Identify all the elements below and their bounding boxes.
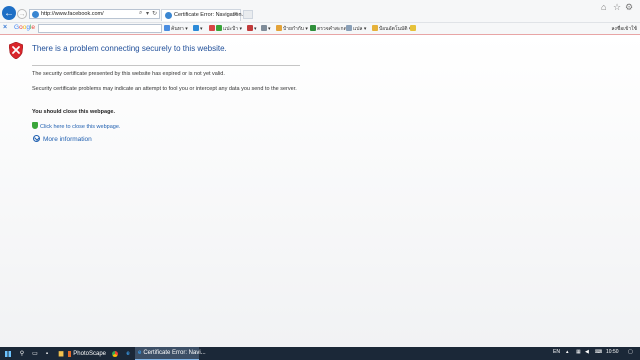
expand-chevron-icon[interactable] — [33, 135, 40, 142]
green-shield-icon — [32, 122, 38, 129]
google-logo: Google — [14, 24, 36, 31]
toolbar-translate-button[interactable]: แปล ▾ — [346, 25, 366, 33]
chrome-icon — [112, 350, 118, 357]
forward-arrow-icon: → — [18, 10, 26, 18]
error-title: There is a problem connecting securely t… — [32, 44, 227, 53]
search-icon: ⚲ — [19, 351, 25, 357]
error-paragraph-2: Security certificate problems may indica… — [32, 86, 297, 92]
tab-certificate-error[interactable]: Certificate Error: Navigation... × — [161, 9, 246, 21]
keyboard-icon[interactable]: ⌨ — [595, 349, 602, 355]
toolbar-key-button[interactable] — [410, 25, 417, 32]
active-window-taskbar-button[interactable]: e Certificate Error: Navi... — [135, 347, 206, 360]
taskbar-app-button[interactable]: ▪ — [42, 347, 52, 360]
windows-logo-icon — [5, 350, 11, 357]
grid-icon — [261, 25, 267, 31]
task-view-icon: ▭ — [32, 351, 38, 357]
photoscape-label: PhotoScape — [73, 350, 106, 357]
dropdown-arrow-icon[interactable]: ▾ — [146, 10, 149, 17]
notifications-icon[interactable]: ▢ — [628, 349, 633, 355]
spellcheck-icon — [310, 25, 316, 31]
toolbar-popup-blocker[interactable]: ▾ — [247, 25, 257, 32]
error-shield-icon — [9, 42, 23, 59]
back-button[interactable]: ← — [2, 6, 16, 20]
toolbar-labels-button[interactable]: ป้ายกำกับ ▾ — [276, 25, 308, 33]
label-icon — [276, 25, 282, 31]
internet-explorer-icon: e — [126, 350, 130, 357]
forward-button[interactable]: → — [17, 9, 27, 19]
browser-chrome: ← → http://www.facebook.com/ ⌕ ▾ ↻ Certi… — [0, 0, 640, 34]
show-hidden-icons[interactable]: ▴ — [566, 349, 569, 355]
folder-icon: ▆ — [58, 351, 64, 357]
clock[interactable]: 10:50 — [606, 349, 619, 355]
autofill-icon — [372, 25, 378, 31]
close-toolbar-icon[interactable]: × — [3, 24, 7, 31]
task-view-button[interactable]: ▭ — [30, 347, 40, 360]
toolbar-spellcheck-button[interactable]: ตรวจคำสะกด ▾ — [310, 25, 351, 33]
translate-icon — [216, 25, 222, 31]
address-text: http://www.facebook.com/ — [41, 11, 104, 17]
ie-taskbar-button[interactable]: e — [123, 347, 133, 360]
google-toolbar: × Google ค้นหา ▾ ▾ แปะป้า ▾ ▾ ▾ ป้ายกำกั… — [0, 22, 640, 34]
site-favicon-icon — [32, 11, 39, 18]
more-information-link[interactable]: More information — [43, 136, 92, 143]
favorites-star-icon[interactable]: ☆ — [613, 2, 621, 13]
more-information-row[interactable]: More information — [33, 135, 92, 143]
error-page: There is a problem connecting securely t… — [0, 35, 640, 347]
pin-icon — [209, 25, 215, 31]
language-indicator[interactable]: EN — [553, 349, 560, 355]
taskbar: ⚲ ▭ ▪ ▆ PhotoScape e e Certificate Error:… — [0, 347, 640, 360]
toolbar-search-button[interactable]: ค้นหา ▾ — [164, 25, 188, 33]
network-icon[interactable]: ▦ — [576, 349, 581, 355]
close-tab-icon[interactable]: × — [234, 11, 238, 18]
tab-favicon-icon — [165, 12, 172, 19]
error-paragraph-1: The security certificate presented by th… — [32, 71, 225, 77]
search-icon — [164, 25, 170, 31]
address-bar[interactable]: http://www.facebook.com/ ⌕ ▾ ↻ — [29, 9, 160, 19]
key-icon — [410, 25, 416, 31]
search-icon[interactable]: ⌕ — [139, 10, 142, 17]
toolbar-pin-button[interactable]: แปะป้า ▾ — [209, 25, 242, 33]
close-webpage-row[interactable]: Click here to close this webpage. — [32, 122, 120, 130]
taskbar-search-button[interactable]: ⚲ — [16, 347, 28, 360]
app-icon: ▪ — [45, 350, 49, 357]
toolbar-extras-button[interactable]: ▾ — [261, 25, 271, 32]
start-button[interactable] — [2, 347, 14, 360]
recommendation-text: You should close this webpage. — [32, 109, 116, 115]
share-icon — [193, 25, 199, 31]
toolbar-autofill-button[interactable]: ป้อนอัตโนมัติ ▾ — [372, 25, 411, 33]
volume-icon[interactable]: ◀ — [585, 349, 589, 355]
photoscape-icon — [68, 350, 72, 357]
home-icon[interactable]: ⌂ — [601, 2, 606, 12]
back-arrow-icon: ← — [4, 7, 14, 19]
gear-icon[interactable]: ⚙ — [625, 2, 633, 13]
toolbar-share-button[interactable]: ▾ — [193, 25, 203, 32]
translate-icon — [346, 25, 352, 31]
google-search-input[interactable] — [38, 24, 162, 33]
sign-in-link[interactable]: ลงชื่อเข้าใช้ — [611, 25, 637, 33]
file-explorer-button[interactable]: ▆ — [56, 347, 66, 360]
browser-title-row: ← → http://www.facebook.com/ ⌕ ▾ ↻ Certi… — [0, 0, 640, 22]
divider — [32, 65, 300, 66]
photoscape-taskbar-button[interactable]: PhotoScape — [68, 347, 106, 360]
refresh-icon[interactable]: ↻ — [152, 10, 157, 17]
active-window-label: Certificate Error: Navi... — [143, 350, 206, 356]
internet-explorer-icon: e — [138, 350, 142, 356]
chrome-taskbar-button[interactable] — [110, 347, 120, 360]
blocker-icon — [247, 25, 253, 31]
close-webpage-link[interactable]: Click here to close this webpage. — [40, 124, 120, 130]
new-tab-button[interactable] — [243, 10, 253, 19]
